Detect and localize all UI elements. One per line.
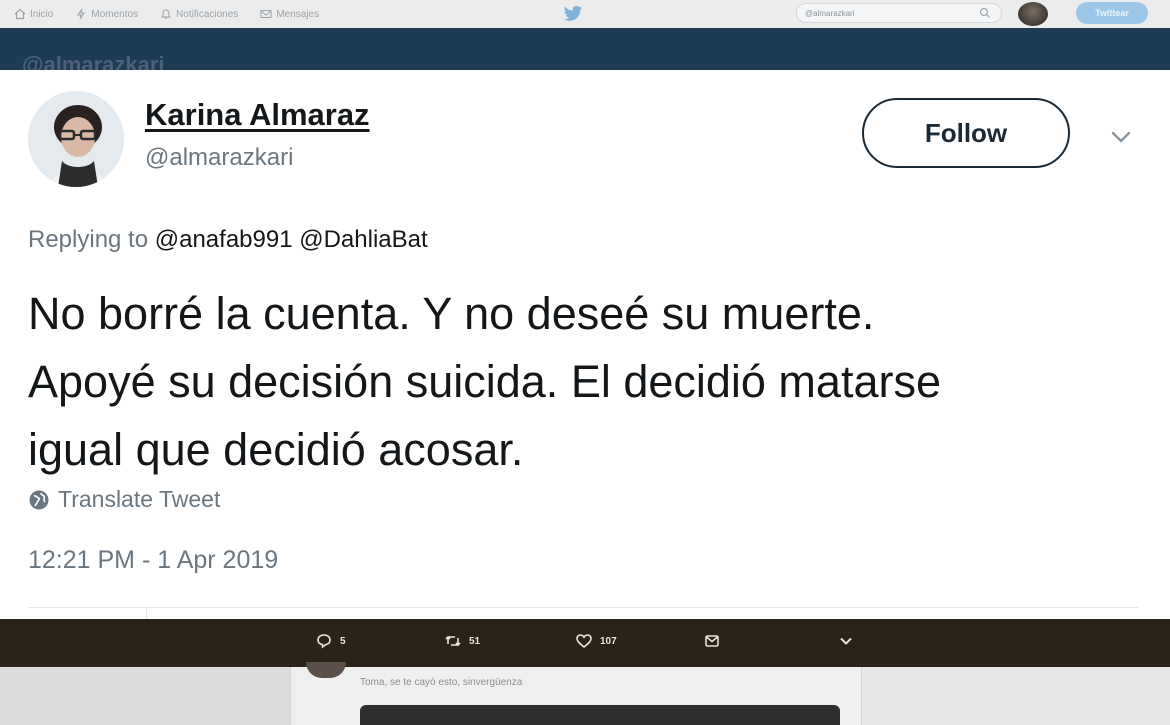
divider-tick	[146, 607, 147, 619]
tweet-action-bar: 5 51 107	[0, 619, 1170, 667]
chevron-down-icon	[840, 637, 852, 645]
translate-label: Translate Tweet	[58, 486, 221, 512]
replying-to: Replying to @anafab991 @DahliaBat	[28, 226, 428, 254]
nav-item-label: Momentos	[91, 8, 139, 20]
heart-icon	[576, 634, 592, 649]
search-icon	[979, 7, 990, 18]
tweet-timestamp[interactable]: 12:21 PM - 1 Apr 2019	[28, 546, 278, 575]
reply-button[interactable]: 5	[316, 633, 346, 649]
twitter-bird-icon[interactable]	[563, 5, 583, 23]
author-name[interactable]: Karina Almaraz	[145, 97, 370, 133]
home-icon	[14, 8, 26, 20]
author-avatar[interactable]	[28, 91, 124, 187]
mail-icon	[260, 10, 272, 18]
reply-icon	[317, 634, 331, 649]
search-value: @almarazkari	[805, 8, 855, 18]
reply-media[interactable]	[360, 705, 840, 725]
user-avatar[interactable]	[1018, 2, 1048, 26]
more-options-button[interactable]	[838, 633, 862, 649]
tweet-text-line: Apoyé su decisión suicida. El decidió ma…	[28, 356, 941, 407]
author-photo	[28, 91, 124, 187]
nav-item-home[interactable]: Inicio	[14, 8, 53, 20]
lightning-icon	[77, 8, 86, 20]
retweet-icon	[445, 635, 461, 647]
background-sidebar	[0, 667, 290, 725]
nav-item-label: Notificaciones	[176, 8, 239, 20]
nav-item-label: Inicio	[30, 8, 54, 20]
globe-icon	[29, 490, 49, 509]
tweet-text: No borré la cuenta. Y no deseé su muerte…	[28, 280, 1148, 484]
retweet-button[interactable]: 51	[445, 633, 480, 649]
reply-count: 5	[340, 635, 346, 647]
banner-handle: @almarazkari	[22, 52, 165, 70]
tweet-text-line: igual que decidió acosar.	[28, 424, 524, 475]
replying-mentions[interactable]: @anafab991 @DahliaBat	[155, 226, 428, 253]
nav-item-notifications[interactable]: Notificaciones	[160, 8, 238, 20]
author-handle[interactable]: @almarazkari	[145, 144, 293, 172]
retweet-count: 51	[469, 635, 481, 647]
top-nav: Inicio Momentos Notificaciones Mensajes …	[0, 0, 1170, 28]
profile-banner	[0, 28, 1170, 70]
search-input[interactable]: @almarazkari	[796, 3, 1002, 23]
mail-icon	[705, 635, 719, 647]
divider	[28, 607, 1138, 608]
chevron-down-icon[interactable]	[1108, 128, 1134, 146]
nav-item-label: Mensajes	[276, 8, 320, 20]
reply-text: Toma, se te cayó esto, sinvergüenza	[360, 677, 523, 688]
follow-button[interactable]: Follow	[862, 98, 1070, 168]
bell-icon	[160, 9, 172, 19]
replying-prefix: Replying to	[28, 226, 149, 253]
tweet-text-line: No borré la cuenta. Y no deseé su muerte…	[28, 288, 875, 339]
direct-message-button[interactable]	[704, 633, 728, 649]
like-count: 107	[600, 635, 617, 647]
tweet-button[interactable]: Twittear	[1076, 2, 1148, 24]
like-button[interactable]: 107	[576, 633, 617, 649]
nav-item-messages[interactable]: Mensajes	[260, 8, 319, 20]
nav-item-moments[interactable]: Momentos	[75, 8, 138, 20]
translate-tweet-link[interactable]: Translate Tweet	[28, 486, 220, 513]
